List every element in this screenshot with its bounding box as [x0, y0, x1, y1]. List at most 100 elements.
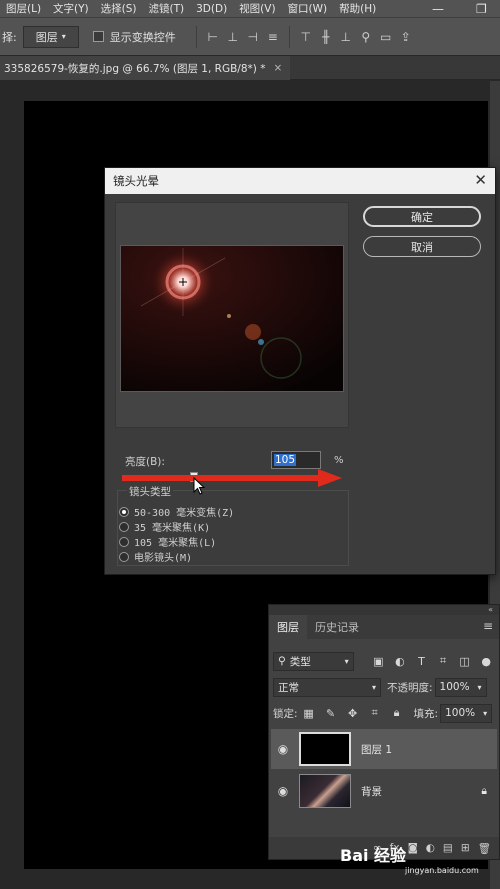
- share-icon[interactable]: ⇪: [396, 30, 416, 44]
- watermark-url: jingyan.baidu.com: [405, 866, 479, 875]
- divider: [195, 25, 197, 48]
- show-transform-checkbox[interactable]: [92, 31, 104, 42]
- distribute-icon[interactable]: ≡: [263, 30, 283, 44]
- search-icon[interactable]: ⚲: [356, 30, 376, 44]
- lens-option-35[interactable]: 35 毫米聚焦(K): [119, 519, 210, 534]
- smart-object-filter-icon[interactable]: ◫: [454, 655, 476, 668]
- menu-window[interactable]: 窗口(W): [288, 1, 328, 16]
- adjustment-icon[interactable]: ◐: [426, 842, 435, 854]
- type-filter-icon[interactable]: T: [411, 655, 433, 668]
- search-icon: ⚲: [278, 655, 286, 667]
- lock-icon: 🔒︎: [481, 784, 487, 797]
- divider: [288, 25, 290, 48]
- close-icon[interactable]: ✕: [474, 171, 487, 189]
- chevron-down-icon: ▾: [371, 682, 376, 692]
- chevron-down-icon: ▾: [483, 708, 488, 718]
- menu-select[interactable]: 选择(S): [101, 1, 137, 16]
- lens-option-label: 电影镜头(M): [134, 553, 193, 564]
- dialog-title: 镜头光晕: [113, 174, 159, 188]
- lens-option-105[interactable]: 105 毫米聚焦(L): [119, 534, 216, 549]
- menu-help[interactable]: 帮助(H): [339, 1, 376, 16]
- close-icon[interactable]: ×: [273, 62, 282, 74]
- panel-collapse[interactable]: «: [269, 605, 499, 615]
- workspace-icon[interactable]: ▭: [376, 30, 396, 44]
- radio-button[interactable]: [119, 506, 129, 517]
- flare-preview[interactable]: [120, 245, 344, 392]
- filter-toggle-icon[interactable]: ●: [475, 655, 497, 668]
- layer-row-layer1[interactable]: ◉ 图层 1: [271, 729, 497, 769]
- lens-option-label: 35 毫米聚焦(K): [134, 523, 211, 534]
- dialog-title-bar[interactable]: 镜头光晕 ✕: [105, 168, 495, 194]
- menu-bar: 图层(L) 文字(Y) 选择(S) 滤镜(T) 3D(D) 视图(V) 窗口(W…: [0, 0, 500, 17]
- menu-layer[interactable]: 图层(L): [6, 1, 41, 16]
- auto-select-dropdown[interactable]: 图层 ▾: [22, 25, 79, 48]
- opacity-label: 不透明度:: [387, 681, 433, 694]
- align-hcenter-icon[interactable]: ⊥: [223, 30, 243, 44]
- lens-option-label: 105 毫米聚焦(L): [134, 538, 217, 549]
- blend-row: 正常 ▾ 不透明度: 100% ▾: [273, 677, 497, 697]
- blend-mode-value: 正常: [278, 681, 299, 694]
- lock-artboard-icon[interactable]: ⌗: [364, 706, 386, 720]
- document-tab[interactable]: 335826579-恢复的.jpg @ 66.7% (图层 1, RGB/8*)…: [0, 56, 290, 80]
- image-filter-icon[interactable]: ▣: [368, 655, 390, 668]
- layer-name: 图层 1: [361, 743, 393, 756]
- layer-thumbnail: [299, 732, 351, 766]
- show-transform-label: 显示变换控件: [109, 30, 176, 44]
- menu-filter[interactable]: 滤镜(T): [149, 1, 185, 16]
- new-layer-icon[interactable]: ⊞: [461, 842, 470, 854]
- layers-panel: « 图层 历史记录 ≡ ⚲ 类型 ▾ ▣ ◐ T ⌗ ◫ ● 正常 ▾ 不透明度…: [268, 604, 500, 860]
- tab-layers[interactable]: 图层: [269, 615, 307, 639]
- cancel-button[interactable]: 取消: [363, 236, 481, 257]
- document-tab-bar: 335826579-恢复的.jpg @ 66.7% (图层 1, RGB/8*)…: [0, 56, 500, 80]
- shape-filter-icon[interactable]: ⌗: [432, 654, 454, 668]
- ok-button[interactable]: 确定: [363, 206, 481, 227]
- radio-button[interactable]: [119, 536, 129, 547]
- align-left-icon[interactable]: ⊢: [203, 30, 223, 44]
- auto-select-label: 择:: [2, 30, 17, 44]
- blend-mode-select[interactable]: 正常 ▾: [273, 677, 381, 697]
- radio-button[interactable]: [119, 551, 129, 562]
- layer-filter-row: ⚲ 类型 ▾ ▣ ◐ T ⌗ ◫ ●: [273, 651, 497, 671]
- align-bottom-icon[interactable]: ⊥: [336, 30, 356, 44]
- opacity-input[interactable]: 100% ▾: [434, 677, 487, 697]
- brightness-input[interactable]: 105: [271, 451, 321, 469]
- folder-icon[interactable]: ▤: [443, 842, 453, 854]
- lock-paint-icon[interactable]: ✎: [320, 707, 342, 720]
- lens-flare-dialog: 镜头光晕 ✕ 确定 取消 亮度(B): 105 % 镜头类型 50-300 毫米…: [104, 167, 496, 575]
- lens-option-50-300[interactable]: 50-300 毫米变焦(Z): [119, 504, 234, 519]
- eye-icon[interactable]: ◉: [271, 742, 295, 756]
- radio-button[interactable]: [119, 521, 129, 532]
- trash-icon[interactable]: 🗑︎: [478, 842, 491, 855]
- fill-input[interactable]: 100% ▾: [440, 703, 493, 723]
- lock-transparent-icon[interactable]: ▦: [298, 707, 320, 720]
- align-vcenter-icon[interactable]: ╫: [316, 30, 336, 44]
- minimize-button[interactable]: —: [432, 0, 444, 17]
- eye-icon[interactable]: ◉: [271, 784, 295, 798]
- preview-frame: [115, 202, 349, 428]
- tab-history[interactable]: 历史记录: [307, 615, 367, 639]
- panel-menu-icon[interactable]: ≡: [483, 619, 493, 633]
- flare-preview-image: [121, 246, 343, 391]
- align-right-icon[interactable]: ⊣: [243, 30, 263, 44]
- menu-view[interactable]: 视图(V): [239, 1, 275, 16]
- panel-tabs: 图层 历史记录 ≡: [269, 615, 499, 639]
- mouse-cursor-icon: [193, 477, 206, 495]
- restore-button[interactable]: ❐: [476, 0, 487, 17]
- layer-thumbnail: [299, 774, 351, 808]
- align-top-icon[interactable]: ⊤: [296, 30, 316, 44]
- layer-filter-select[interactable]: ⚲ 类型 ▾: [273, 651, 354, 671]
- lock-all-icon[interactable]: 🔒︎: [386, 706, 408, 720]
- layer-filter-value: 类型: [289, 655, 311, 668]
- menu-3d[interactable]: 3D(D): [196, 3, 227, 15]
- opacity-value: 100%: [439, 681, 470, 693]
- layer-row-background[interactable]: ◉ 背景 🔒︎: [271, 771, 497, 811]
- adjustment-filter-icon[interactable]: ◐: [389, 655, 411, 668]
- fill-label: 填充:: [413, 707, 439, 720]
- mask-icon[interactable]: ◙: [408, 842, 418, 854]
- lock-label: 锁定:: [273, 707, 298, 720]
- lens-option-label: 50-300 毫米变焦(Z): [134, 508, 235, 519]
- menu-type[interactable]: 文字(Y): [53, 1, 89, 16]
- auto-select-value: 图层: [35, 30, 58, 44]
- lock-move-icon[interactable]: ✥: [342, 707, 364, 720]
- lens-option-movie[interactable]: 电影镜头(M): [119, 549, 192, 564]
